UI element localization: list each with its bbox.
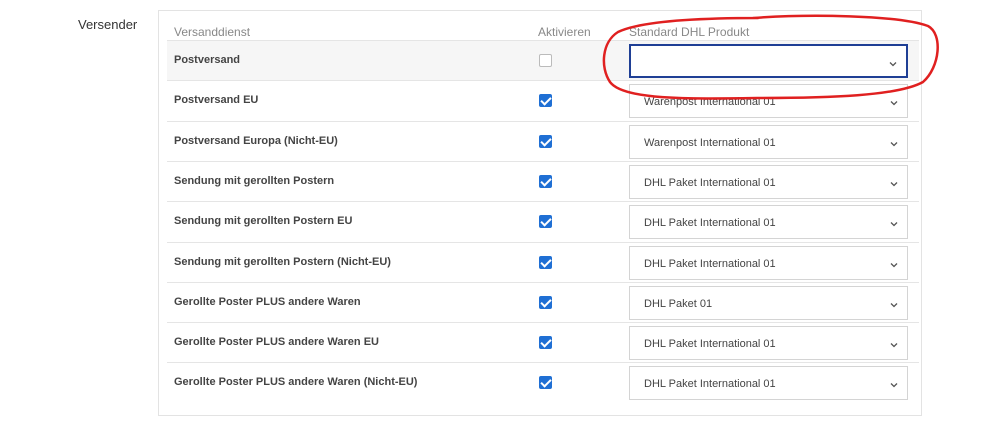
table-row: Postversand EU Warenpost International 01 xyxy=(167,80,919,120)
header-versanddienst: Versanddienst xyxy=(174,25,251,39)
versanddienst-name: Sendung mit gerollten Postern (Nicht-EU) xyxy=(174,255,391,268)
aktivieren-checkbox[interactable] xyxy=(539,295,552,309)
dhl-product-select[interactable]: DHL Paket 01 xyxy=(629,285,908,320)
header-aktivieren: Aktivieren xyxy=(538,25,591,39)
table-row: Gerollte Poster PLUS andere Waren (Nicht… xyxy=(167,362,919,402)
table-row: Sendung mit gerollten Postern EU DHL Pake… xyxy=(167,201,919,241)
dhl-product-select[interactable]: DHL Paket International 01 xyxy=(629,245,908,280)
aktivieren-checkbox[interactable] xyxy=(539,376,552,390)
dhl-product-select[interactable] xyxy=(629,44,908,78)
table-row: Sendung mit gerollten Postern DHL Paket I… xyxy=(167,160,919,201)
chevron-down-icon xyxy=(889,136,899,147)
chevron-down-icon xyxy=(889,95,899,106)
table-row: Gerollte Poster PLUS andere Waren DHL Pak… xyxy=(167,281,919,322)
dhl-product-select[interactable]: DHL Paket International 01 xyxy=(629,366,908,401)
table-row: Sendung mit gerollten Postern (Nicht-EU)… xyxy=(167,241,919,282)
aktivieren-checkbox[interactable] xyxy=(539,54,552,67)
chevron-down-icon xyxy=(889,377,899,388)
versanddienst-name: Sendung mit gerollten Postern EU xyxy=(174,215,353,228)
chevron-down-icon xyxy=(889,257,899,267)
aktivieren-checkbox[interactable] xyxy=(539,215,552,229)
dhl-product-value: DHL Paket International 01 xyxy=(644,257,776,270)
versanddienst-name: Sendung mit gerollten Postern xyxy=(174,174,335,187)
shipping-table: Versanddienst Aktivieren Standard DHL Pr… xyxy=(158,10,922,416)
chevron-down-icon xyxy=(889,297,899,308)
table-row: Postversand Europa (Nicht-EU) Warenpost I… xyxy=(167,120,919,161)
versanddienst-name: Postversand Europa (Nicht-EU) xyxy=(174,134,338,147)
dhl-product-value: DHL Paket International 01 xyxy=(644,338,776,351)
table-header: Versanddienst Aktivieren Standard DHL Pr… xyxy=(159,11,921,41)
dhl-product-select[interactable]: Warenpost International 01 xyxy=(629,124,908,159)
table-row: Gerollte Poster PLUS andere Waren EU DHL … xyxy=(167,322,919,362)
dhl-product-select[interactable]: DHL Paket International 01 xyxy=(629,164,908,199)
versanddienst-name: Gerollte Poster PLUS andere Waren (Nicht… xyxy=(174,376,418,389)
versanddienst-name: Postversand xyxy=(174,54,241,66)
dhl-product-value: DHL Paket International 01 xyxy=(644,176,776,189)
dhl-product-value: DHL Paket International 01 xyxy=(644,378,776,391)
dhl-product-value: DHL Paket International 01 xyxy=(644,217,776,230)
chevron-down-icon xyxy=(889,216,899,227)
aktivieren-checkbox[interactable] xyxy=(539,336,552,350)
dhl-product-select[interactable]: Warenpost International 01 xyxy=(629,84,908,119)
dhl-product-value: Warenpost International 01 xyxy=(644,136,776,149)
aktivieren-checkbox[interactable] xyxy=(539,174,552,188)
aktivieren-checkbox[interactable] xyxy=(539,255,552,269)
chevron-down-icon xyxy=(889,337,899,348)
aktivieren-checkbox[interactable] xyxy=(539,134,552,148)
chevron-down-icon xyxy=(888,56,898,67)
versanddienst-name: Postversand EU xyxy=(174,94,259,107)
dhl-product-value: DHL Paket 01 xyxy=(644,297,713,310)
section-label: Versender xyxy=(78,17,138,32)
table-row: Postversand xyxy=(167,40,919,80)
dhl-product-value: Warenpost International 01 xyxy=(644,96,776,109)
versanddienst-name: Gerollte Poster PLUS andere Waren EU xyxy=(174,336,379,349)
aktivieren-checkbox[interactable] xyxy=(539,94,552,108)
dhl-product-select[interactable]: DHL Paket International 01 xyxy=(629,205,908,240)
versanddienst-name: Gerollte Poster PLUS andere Waren xyxy=(174,295,361,308)
chevron-down-icon xyxy=(889,176,899,187)
dhl-product-select[interactable]: DHL Paket International 01 xyxy=(629,326,908,361)
header-standard-produkt: Standard DHL Produkt xyxy=(629,25,750,39)
